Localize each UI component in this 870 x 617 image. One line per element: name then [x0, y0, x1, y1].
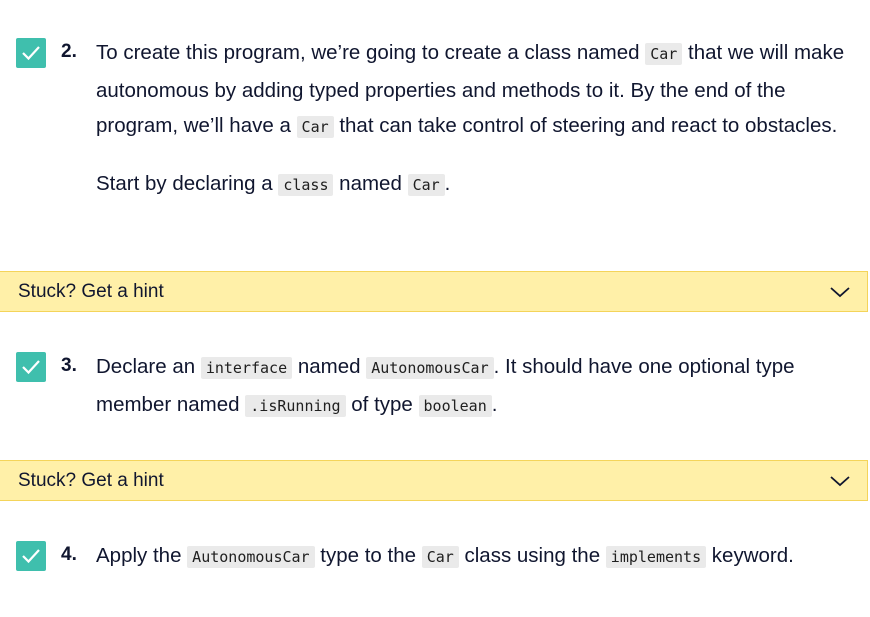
hint-label: Stuck? Get a hint — [18, 469, 164, 491]
code-snippet: AutonomousCar — [366, 357, 494, 379]
code-snippet: implements — [605, 546, 707, 568]
task-checkbox[interactable] — [16, 352, 46, 382]
code-snippet: AutonomousCar — [187, 546, 315, 568]
hint-toggle[interactable]: Stuck? Get a hint — [0, 271, 868, 312]
task-paragraph: Start by declaring a class named Car. — [96, 171, 451, 196]
task-checkbox[interactable] — [16, 541, 46, 571]
code-snippet: class — [278, 173, 334, 196]
code-snippet: Car — [645, 43, 683, 65]
task-instructions: Apply the AutonomousCar type to the Car … — [96, 538, 856, 576]
task-paragraph: Apply the AutonomousCar type to the Car … — [96, 544, 794, 568]
checkmark-icon — [22, 46, 40, 61]
checkmark-icon — [22, 549, 40, 564]
chevron-down-icon[interactable] — [829, 475, 851, 487]
hint-toggle[interactable]: Stuck? Get a hint — [0, 460, 868, 501]
task-checkbox[interactable] — [16, 38, 46, 68]
code-snippet: Car — [407, 173, 445, 196]
chevron-down-icon[interactable] — [829, 286, 851, 298]
task-instructions: Declare an interface named AutonomousCar… — [96, 349, 856, 424]
task-paragraph: To create this program, we’re going to c… — [96, 41, 845, 138]
code-snippet: Car — [421, 546, 459, 568]
code-snippet: .isRunning — [245, 394, 346, 417]
task-number: 4. — [61, 544, 77, 565]
task-instructions: To create this program, we’re going to c… — [96, 35, 856, 203]
task-number: 2. — [61, 41, 77, 62]
code-snippet: boolean — [418, 394, 492, 417]
checkmark-icon — [22, 360, 40, 375]
hint-label: Stuck? Get a hint — [18, 280, 164, 302]
task-number: 3. — [61, 355, 77, 376]
code-snippet: interface — [200, 357, 293, 379]
code-snippet: Car — [296, 116, 334, 138]
task-paragraph: Declare an interface named AutonomousCar… — [96, 355, 795, 417]
